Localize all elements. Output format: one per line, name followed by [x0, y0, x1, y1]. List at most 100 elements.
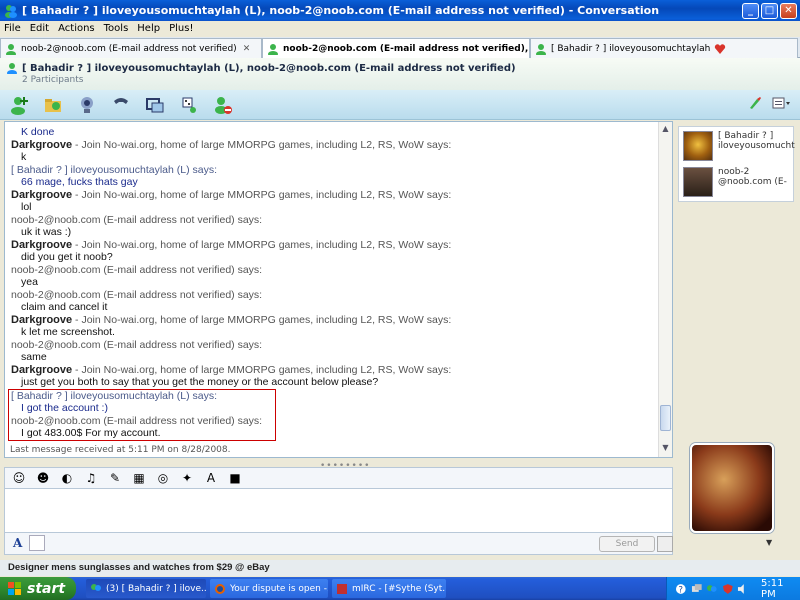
avatar	[683, 131, 713, 161]
scroll-thumb[interactable]	[660, 405, 671, 431]
message-sender: Darkgroove - Join No-wai.org, home of la…	[11, 363, 452, 376]
message-text: k let me screenshot.	[21, 326, 115, 338]
color-icon[interactable]: ■	[227, 470, 243, 486]
participant-noob[interactable]: noob-2 @noob.com (E-	[683, 167, 793, 199]
minimize-button[interactable]: _	[742, 2, 759, 19]
message-sender: noob-2@noob.com (E-mail address not veri…	[11, 263, 263, 276]
message-text: did you get it noob?	[21, 251, 113, 263]
send-button[interactable]: Send	[599, 536, 655, 552]
handwriting-icon[interactable]: ◎	[155, 470, 171, 486]
buddy-icon	[6, 43, 16, 55]
scroll-up-icon[interactable]: ▲	[660, 124, 671, 136]
tab-bahadir[interactable]: [ Bahadir ? ] iloveyousomuchtaylah	[530, 38, 798, 58]
taskbar-item-messenger[interactable]: (3) [ Bahadir ? ] ilove...	[86, 579, 206, 598]
winks-icon[interactable]: ✦	[179, 470, 195, 486]
chevron-down-icon[interactable]: ▼	[766, 538, 772, 547]
block-icon[interactable]	[212, 94, 234, 116]
participant-count: 2 Participants	[22, 75, 84, 85]
menu-options-icon[interactable]	[772, 96, 792, 110]
menu-tools[interactable]: Tools	[104, 23, 129, 34]
background-icon[interactable]: ▦	[131, 470, 147, 486]
messenger-tray-icon[interactable]	[706, 583, 718, 595]
nudge-icon[interactable]: ◐	[59, 470, 75, 486]
voice-clip-icon[interactable]: ♫	[83, 470, 99, 486]
shield-icon[interactable]	[722, 583, 734, 595]
tab-group-conversation[interactable]: noob-2@noob.com (E-mail address not veri…	[262, 38, 530, 58]
search-icon[interactable]	[657, 536, 673, 552]
invite-icon[interactable]	[8, 94, 30, 116]
input-toolbar: ☺ ☻ ◐ ♫ ✎ ▦ ◎ ✦ A ■	[4, 467, 673, 489]
heart-icon	[715, 43, 726, 54]
message-input[interactable]	[4, 489, 673, 533]
handwriting-mode-icon[interactable]	[29, 535, 45, 551]
participant-name: [ Bahadir ? ]	[718, 131, 774, 141]
message-sender: noob-2@noob.com (E-mail address not veri…	[11, 338, 263, 351]
start-button[interactable]: start	[0, 577, 76, 600]
message-text: claim and cancel it	[21, 301, 108, 313]
tab-noob[interactable]: noob-2@noob.com (E-mail address not veri…	[0, 38, 262, 58]
message-list: K done Darkgroove - Join No-wai.org, home…	[8, 122, 659, 441]
menu-plus[interactable]: Plus!	[169, 23, 193, 34]
message-sender: Darkgroove - Join No-wai.org, home of la…	[11, 238, 452, 251]
conversation-toolbar	[0, 90, 800, 120]
phone-icon[interactable]	[110, 94, 132, 116]
participants-panel: [ Bahadir ? ] iloveyousomucht noob-2 @no…	[678, 126, 795, 202]
share-files-icon[interactable]	[42, 94, 64, 116]
message-text: lol	[21, 201, 32, 213]
conversation-header: [ Bahadir ? ] iloveyousomuchtaylah (L), …	[0, 58, 800, 90]
maximize-button[interactable]: □	[761, 2, 778, 19]
message-text: just get you both to say that you get th…	[21, 376, 379, 388]
taskbar-item-firefox[interactable]: Your dispute is open -...	[210, 579, 328, 598]
activities-icon[interactable]	[144, 94, 166, 116]
advertisement[interactable]: Designer mens sunglasses and watches fro…	[0, 560, 800, 576]
messenger-icon	[5, 4, 17, 18]
menu-file[interactable]: File	[4, 23, 21, 34]
message-sender: noob-2@noob.com (E-mail address not veri…	[11, 213, 263, 226]
firefox-icon	[215, 583, 225, 594]
taskbar-item-label: Your dispute is open -...	[230, 583, 328, 594]
menu-bar: File Edit Actions Tools Help Plus!	[0, 21, 800, 36]
title-bar[interactable]: [ Bahadir ? ] iloveyousomuchtaylah (L), …	[0, 0, 800, 21]
games-icon[interactable]	[178, 94, 200, 116]
font-icon[interactable]: A	[203, 470, 219, 486]
conversation-scrollbar[interactable]: ▲ ▼	[658, 122, 672, 457]
participant-name: noob-2	[718, 167, 750, 177]
menu-actions[interactable]: Actions	[58, 23, 95, 34]
participant-bahadir[interactable]: [ Bahadir ? ] iloveyousomucht	[683, 131, 795, 163]
my-display-picture[interactable]	[690, 443, 774, 533]
input-bottom-bar: A Send	[4, 533, 673, 555]
volume-icon[interactable]	[737, 583, 749, 595]
taskbar-item-mirc[interactable]: mIRC - [#Sythe (Syt...	[332, 579, 446, 598]
network-icon[interactable]	[691, 583, 703, 595]
menu-help[interactable]: Help	[137, 23, 160, 34]
sticker-icon[interactable]: ✎	[107, 470, 123, 486]
buddy-icon	[536, 43, 546, 55]
video-call-icon[interactable]	[76, 94, 98, 116]
message-text: I got the account :)	[21, 402, 108, 414]
conversation-history[interactable]: K done Darkgroove - Join No-wai.org, home…	[4, 121, 673, 458]
buddy-icon	[7, 63, 17, 74]
svg-text:?: ?	[678, 585, 683, 595]
close-button[interactable]: ✕	[780, 2, 797, 19]
emoticon-icon[interactable]: ☺	[11, 470, 27, 486]
menu-edit[interactable]: Edit	[30, 23, 49, 34]
message-text: same	[21, 351, 47, 363]
text-mode-icon[interactable]: A	[13, 536, 22, 550]
taskbar: start (3) [ Bahadir ? ] ilove... Your di…	[0, 577, 800, 600]
messenger-icon	[91, 583, 101, 591]
message-sender: Darkgroove - Join No-wai.org, home of la…	[11, 188, 452, 201]
help-icon[interactable]: ?	[675, 583, 687, 595]
buddy-icon	[268, 43, 278, 55]
windows-flag-icon	[8, 581, 21, 595]
window-title: [ Bahadir ? ] iloveyousomuchtaylah (L), …	[22, 4, 660, 17]
message-text: k	[21, 151, 27, 163]
scroll-down-icon[interactable]: ▼	[660, 443, 671, 455]
conversation-tabs: noob-2@noob.com (E-mail address not veri…	[0, 37, 800, 58]
tab-close-icon[interactable]: ✕	[243, 44, 251, 54]
highlighted-messages: [ Bahadir ? ] iloveyousomuchtaylah (L) s…	[8, 388, 276, 441]
paintbrush-icon[interactable]	[748, 96, 762, 110]
avatar	[683, 167, 713, 197]
message-sender: noob-2@noob.com (E-mail address not veri…	[11, 414, 263, 427]
message-sender: Darkgroove - Join No-wai.org, home of la…	[11, 138, 452, 151]
wink-icon[interactable]: ☻	[35, 470, 51, 486]
